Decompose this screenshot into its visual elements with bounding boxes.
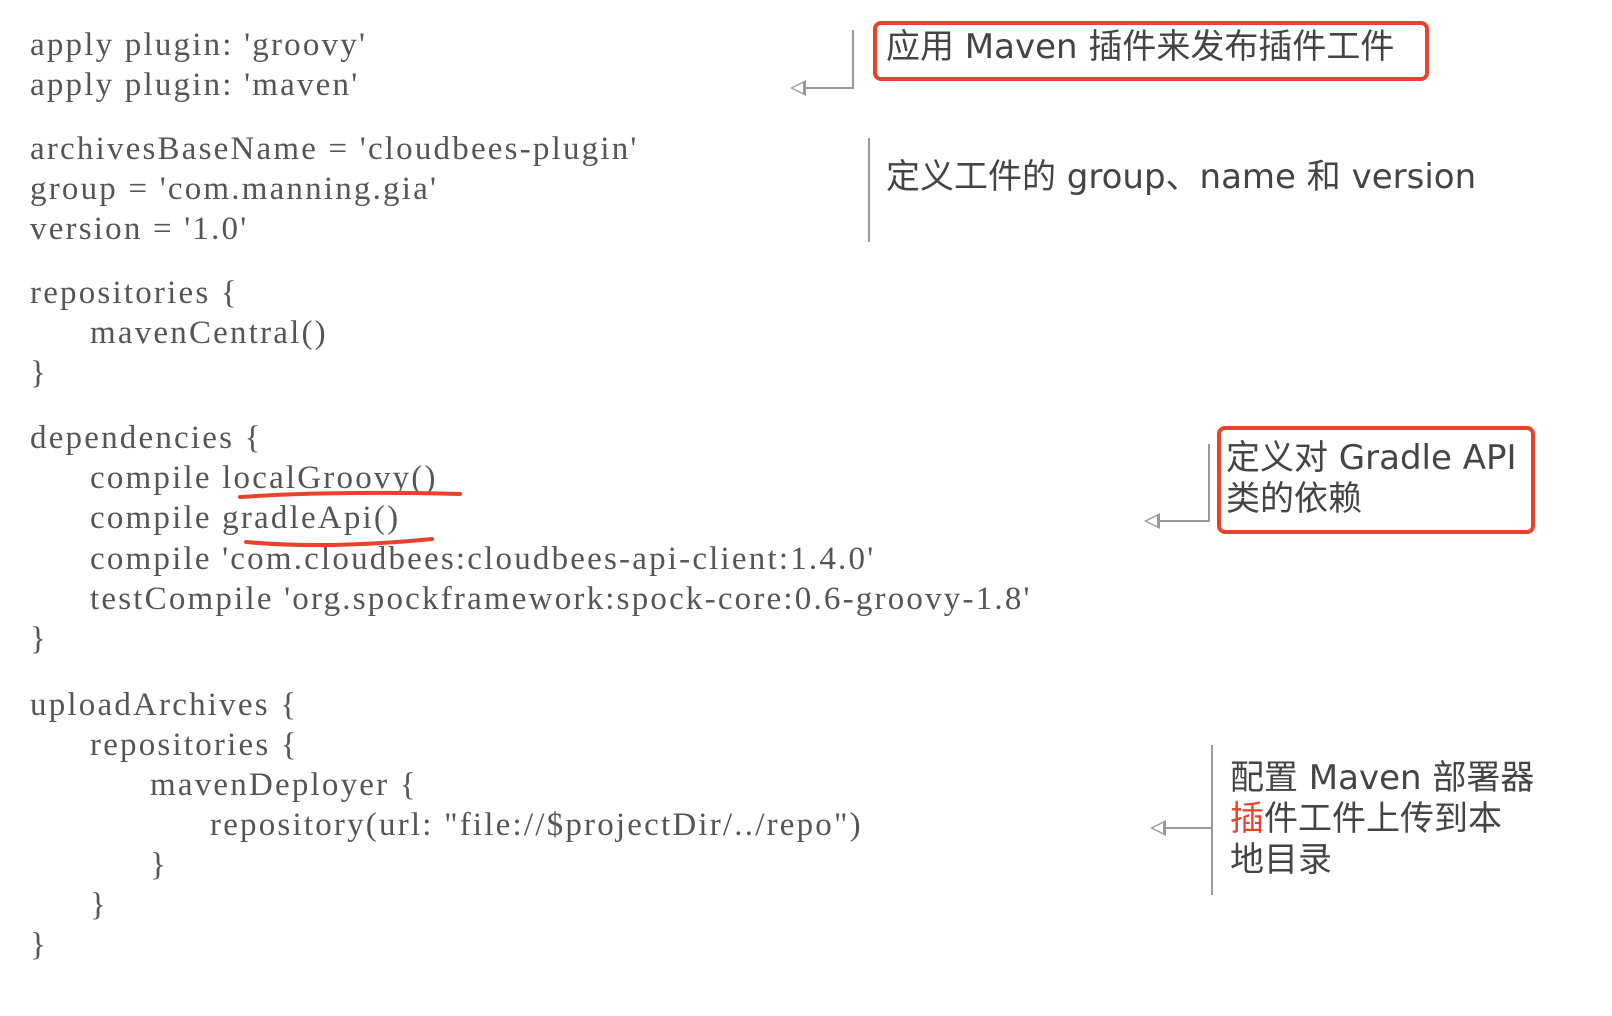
annotation-highlight-char: 插: [1230, 799, 1264, 839]
underline-localgroovy: [238, 491, 462, 499]
annotation-gradle-api-line1: 定义对 Gradle API: [1226, 438, 1517, 478]
arrow-left-icon: [790, 80, 806, 96]
annotation-group-name-version: 定义工件的 group、name 和 version: [886, 157, 1477, 197]
callout-connector: [1160, 520, 1210, 522]
callout-connector: [806, 87, 854, 89]
annotation-gradle-api-line2: 类的依赖: [1226, 479, 1362, 519]
callout-bracket: [868, 138, 870, 242]
annotation-maven-plugin: 应用 Maven 插件来发布插件工件: [886, 27, 1395, 67]
annotation-deployer-line2: 插件工件上传到本: [1230, 799, 1502, 840]
annotation-deployer-line2-rest: 件工件上传到本: [1264, 799, 1502, 839]
callout-bracket: [1208, 444, 1210, 522]
arrow-left-icon: [1150, 820, 1166, 836]
annotation-deployer-line3: 地目录: [1230, 840, 1332, 880]
arrow-left-icon: [1144, 513, 1160, 529]
callout-bracket: [1211, 745, 1213, 895]
annotation-deployer-line1: 配置 Maven 部署器: [1230, 758, 1535, 798]
callout-connector: [1166, 827, 1213, 829]
underline-gradleapi: [244, 537, 434, 548]
callout-bracket: [852, 30, 854, 88]
